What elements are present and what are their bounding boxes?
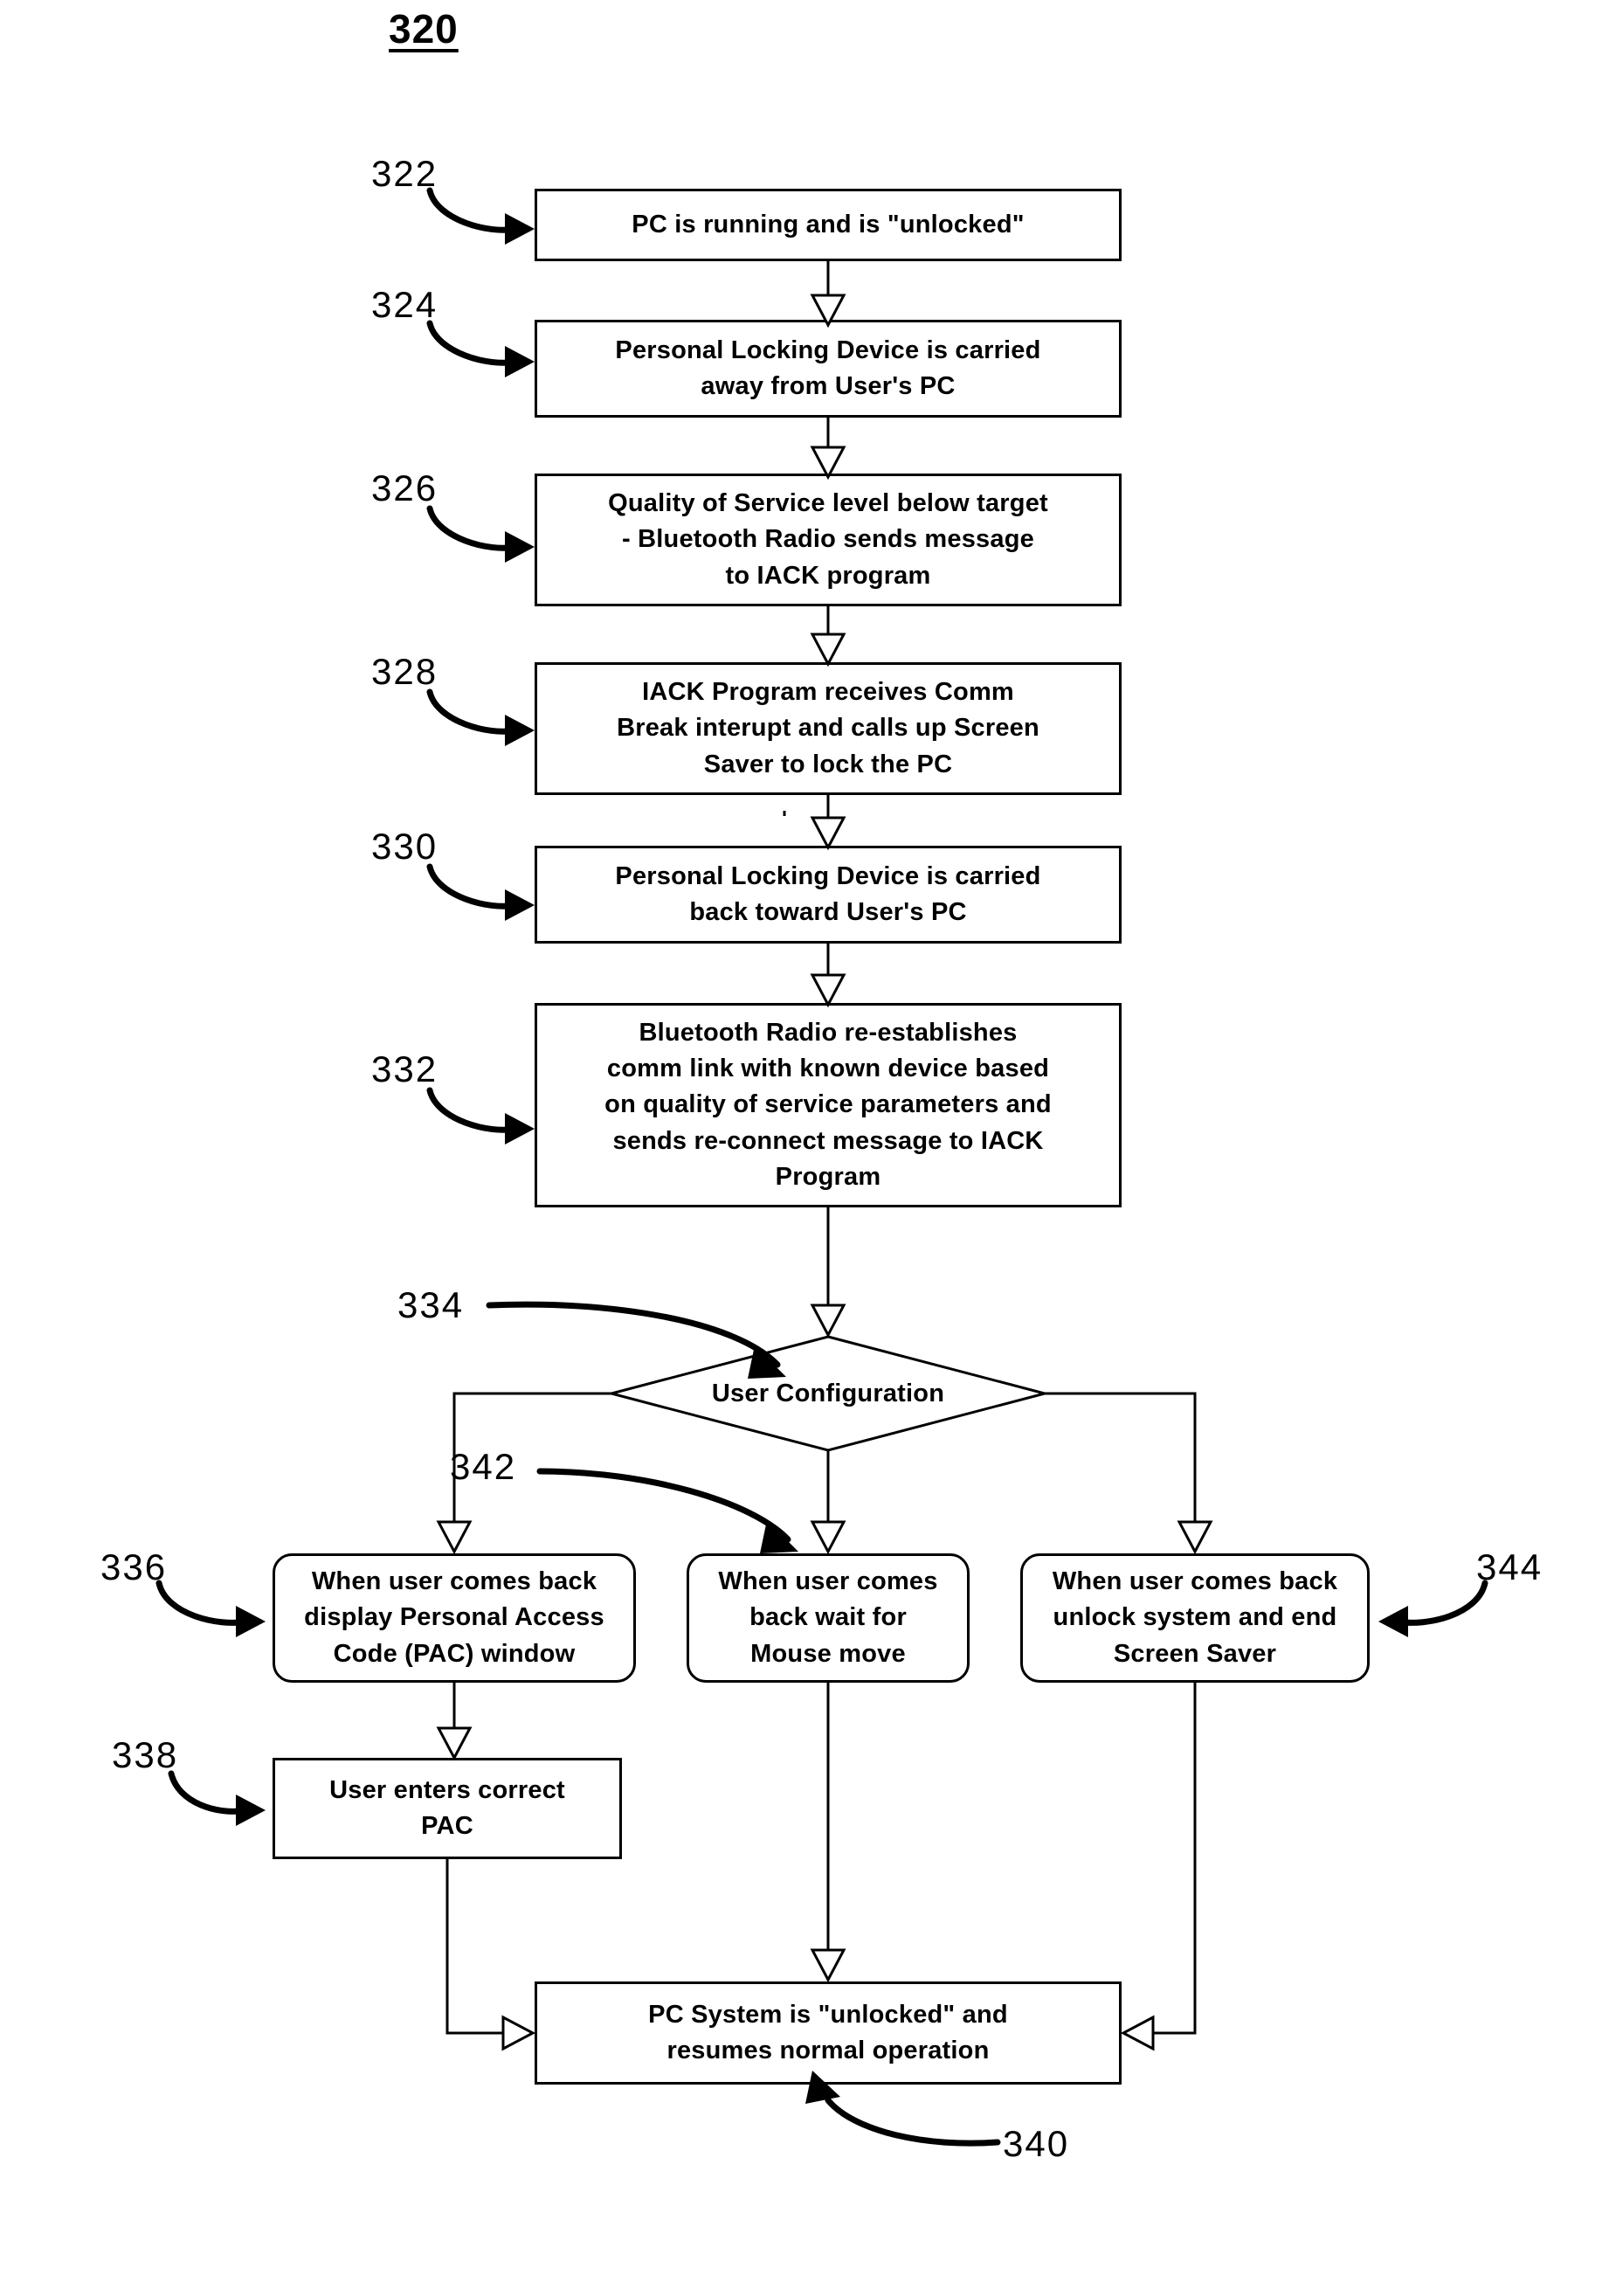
decision-diamond-334-label: User Configuration [711,1379,945,1407]
process-box-326: Quality of Service level below target - … [535,474,1122,606]
arrowhead-342-340 [810,1948,846,1983]
process-box-344: When user comes back unlock system and e… [1020,1553,1370,1683]
process-box-338-line-2: PAC [421,1812,473,1840]
arrowhead-334-344 [1177,1520,1213,1555]
arrowhead-338-340 [501,2015,536,2051]
leader-line-332 [426,1087,519,1133]
reference-numeral-326: 326 [371,467,439,508]
flow-line-344-340 [1153,1683,1197,2035]
process-box-344-line-1: When user comes back [1052,1567,1338,1596]
leader-line-328 [426,688,519,735]
process-box-340-line-2: resumes normal operation [666,2037,990,2064]
process-box-322-line-1: PC is running and is "unlocked" [632,210,1025,239]
leader-arrow-330 [505,889,535,921]
process-box-336-line-1: When user comes back [311,1567,597,1596]
arrowhead-334-336 [436,1520,473,1555]
reference-numeral-328: 328 [371,651,439,692]
process-box-342-line-2: back wait for [749,1603,907,1632]
arrowhead-332-334 [810,1304,846,1338]
process-box-326-line-2: - Bluetooth Radio sends message [622,525,1034,554]
arrowhead-326-328 [810,633,846,667]
leader-line-338 [168,1770,250,1815]
leader-line-322 [426,187,519,233]
process-box-344-line-3: Screen Saver [1113,1639,1277,1668]
leader-arrow-342 [760,1520,798,1553]
leader-line-342 [536,1468,791,1543]
leader-line-326 [426,505,519,551]
process-box-330-line-1: Personal Locking Device is carried [615,861,1041,890]
process-box-340: PC System is "unlocked" and resumes norm… [535,1981,1122,2085]
reference-numeral-332: 332 [371,1048,439,1089]
leader-arrow-322 [505,213,535,245]
process-box-330-line-2: back toward User's PC [689,898,967,926]
reference-numeral-336: 336 [100,1546,168,1587]
process-box-322: PC is running and is "unlocked" [535,189,1122,261]
process-box-332-line-1: Bluetooth Radio re-establishes [639,1019,1018,1048]
process-box-328-line-3: Saver to lock the PC [703,750,953,778]
process-box-324-line-1: Personal Locking Device is carried [615,335,1041,364]
flow-line-334-344 [1045,1392,1197,1522]
leader-arrow-332 [505,1113,535,1145]
process-box-340-line-1: PC System is "unlocked" and [648,2000,1008,2029]
process-box-342-line-1: When user comes [718,1567,938,1596]
process-box-332-line-4: sends re-connect message to IACK [612,1126,1044,1155]
leader-arrow-324 [505,346,535,377]
process-box-338-line-1: User enters correct [329,1775,565,1804]
process-box-326-line-3: to IACK program [725,561,931,590]
process-box-336-line-3: Code (PAC) window [333,1639,576,1668]
reference-numeral-338: 338 [112,1734,179,1775]
decision-diamond-334: User Configuration [611,1337,1045,1450]
process-box-328: IACK Program receives Comm Break interup… [535,662,1122,795]
arrowhead-334-342 [810,1520,846,1555]
figure-number-320: 320 [389,6,459,52]
reference-numeral-340: 340 [1003,2123,1070,2164]
leader-line-340 [825,2097,1001,2147]
reference-numeral-322: 322 [371,153,439,194]
process-box-342-line-3: Mouse move [750,1639,906,1668]
arrowhead-328-330 [810,816,846,851]
reference-numeral-344: 344 [1476,1546,1543,1587]
leader-line-330 [426,863,519,909]
process-box-330: Personal Locking Device is carried back … [535,846,1122,944]
process-box-326-line-1: Quality of Service level below target [608,489,1048,518]
arrowhead-330-332 [810,973,846,1008]
reference-numeral-334: 334 [397,1284,465,1325]
leader-arrow-344 [1378,1606,1408,1637]
process-box-336-line-2: display Personal Access [304,1603,604,1632]
process-box-332-line-2: comm link with known device based [606,1055,1050,1083]
arrowhead-336-338 [436,1726,473,1761]
process-box-344-line-2: unlock system and end [1053,1603,1337,1632]
reference-numeral-324: 324 [371,284,439,325]
process-box-342: When user comes back wait for Mouse move [687,1553,970,1683]
leader-line-324 [426,320,519,366]
process-box-332: Bluetooth Radio re-establishes comm link… [535,1003,1122,1207]
arrowhead-324-326 [810,446,846,481]
process-box-324-line-2: away from User's PC [701,372,956,400]
leader-line-344 [1394,1580,1488,1626]
leader-arrow-326 [505,531,535,563]
reference-numeral-330: 330 [371,826,439,867]
process-box-328-line-2: Break interupt and calls up Screen [617,714,1039,743]
process-box-332-line-5: Program [775,1162,881,1191]
arrowhead-344-340 [1120,2015,1155,2051]
reference-numeral-342: 342 [450,1446,517,1487]
process-box-338: User enters correct PAC [273,1758,622,1859]
leader-line-336 [155,1580,250,1626]
patent-figure-sheet: 320 322 324 326 328 330 332 334 342 336 … [0,0,1609,2296]
process-box-324: Personal Locking Device is carried away … [535,320,1122,418]
process-box-328-line-1: IACK Program receives Comm [642,678,1014,707]
flow-line-338-340 [445,1859,503,2035]
process-box-336: When user comes back display Personal Ac… [273,1553,636,1683]
leader-arrow-336 [236,1606,266,1637]
process-box-332-line-3: on quality of service parameters and [604,1090,1052,1119]
leader-arrow-338 [236,1795,266,1826]
leader-arrow-328 [505,715,535,746]
